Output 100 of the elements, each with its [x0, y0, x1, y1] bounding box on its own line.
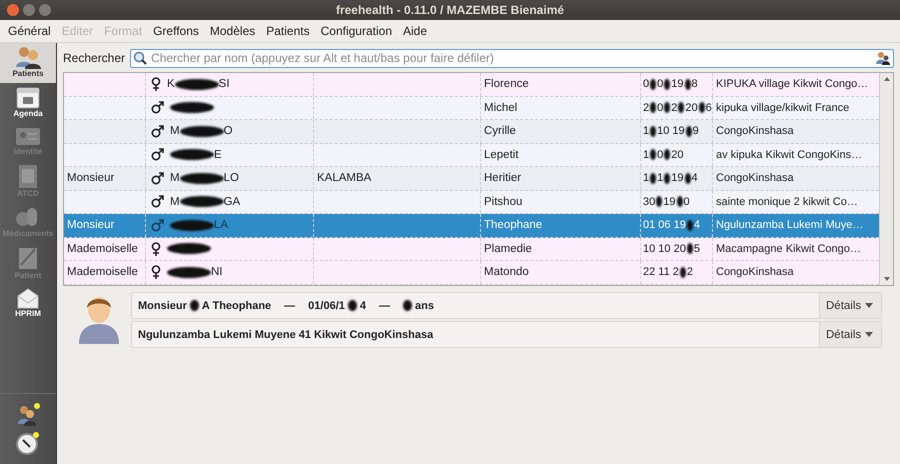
- redaction-mark: [698, 102, 705, 114]
- calendar-icon: [15, 85, 41, 109]
- table-cell: 10 19: [657, 125, 685, 138]
- table-row[interactable]: M GA Pitshou 30 19 0 sainte monique 2 kikwit Co…: [64, 190, 879, 214]
- menu-item[interactable]: Modèles: [210, 24, 256, 38]
- female-icon: [151, 265, 161, 280]
- caret-icon: [865, 303, 874, 308]
- table-cell: av kipuka Kikwit CongoKins…: [716, 148, 862, 161]
- identity-text: 01/06/1: [308, 300, 345, 312]
- table-cell: 1: [643, 148, 650, 161]
- redaction-mark: [686, 126, 692, 137]
- redaction-mark: [180, 172, 224, 184]
- table-cell: CongoKinshasa: [716, 125, 794, 138]
- table-cell: 19: [663, 196, 676, 208]
- table-cell: Mademoiselle: [67, 266, 138, 278]
- people-icon[interactable]: [876, 50, 890, 64]
- document-icon: [16, 245, 40, 271]
- table-cell: 2: [686, 266, 694, 278]
- details-button[interactable]: Détails: [819, 293, 881, 318]
- table-cell: Florence: [484, 78, 529, 90]
- sidebar-item[interactable]: Patients: [0, 43, 56, 83]
- sidebar-item[interactable]: Agenda: [0, 83, 56, 123]
- table-row[interactable]: E Lepetit 1 0 20 av kipuka Kikwit CongoKins…: [64, 144, 879, 167]
- minimize-button[interactable]: [23, 4, 35, 16]
- table-row[interactable]: Michel 2 0 2 20 6 kipuka village/kikwit France: [64, 96, 879, 120]
- identity-text: ans: [415, 300, 434, 312]
- menu-item[interactable]: Greffons: [153, 24, 199, 38]
- table-row[interactable]: Mademoiselle NI Matondo 22 11 2 2 CongoKinshasa: [64, 261, 879, 284]
- redaction-mark: [180, 126, 224, 137]
- table-cell: 20: [671, 148, 684, 161]
- table-cell: 1: [643, 172, 650, 184]
- clock-icon[interactable]: [15, 430, 41, 456]
- female-icon: [151, 242, 161, 256]
- maximize-button[interactable]: [39, 4, 51, 16]
- table-cell: Monsieur: [67, 219, 114, 232]
- menu-item[interactable]: Configuration: [320, 24, 392, 38]
- table-row[interactable]: K SI Florence 0 0 19 8 KIPUKA village Kikwit Congo…: [64, 73, 879, 96]
- people-icon: [14, 45, 42, 69]
- redaction-mark: [664, 172, 670, 184]
- redaction-mark: [684, 78, 690, 90]
- redaction-mark: [664, 102, 670, 114]
- redaction-mark: [167, 266, 211, 278]
- identity-text: 4: [360, 300, 366, 312]
- redaction-mark: [190, 300, 199, 311]
- table-cell: KALAMBA: [317, 172, 372, 184]
- table-cell: sainte monique 2 kikwit Co…: [716, 196, 858, 208]
- table-cell: 0: [643, 78, 650, 90]
- table-row[interactable]: Monsieur M LO KALAMBA Heritier 1 1 19 4 CongoKinshasa: [64, 167, 879, 190]
- table-cell: 20: [685, 102, 698, 114]
- sidebar-item[interactable]: HPRIM: [0, 285, 56, 323]
- table-cell: KIPUKA village Kikwit Congo…: [716, 78, 868, 90]
- redaction-mark: [650, 78, 656, 90]
- table-cell: 4: [692, 172, 698, 184]
- table-row[interactable]: Mademoiselle Plamedie 10 10 20 5 Macampagne Kikwit Congo…: [64, 238, 879, 261]
- envelope-icon: [16, 287, 40, 309]
- redaction-mark: [686, 243, 693, 254]
- table-row[interactable]: M O Cyrille 1 10 19 9 CongoKinshasa: [64, 120, 879, 144]
- scrollbar[interactable]: [879, 73, 893, 285]
- dash-separator: —: [284, 300, 296, 312]
- address-text: Ngulunzamba Lukemi Muyene 41 Kikwit CongoKinshasa: [138, 328, 434, 340]
- table-cell: 2: [643, 102, 650, 114]
- table-cell: SI: [218, 78, 230, 90]
- table-row[interactable]: Monsieur LA Theophane 01 06 19 4 Ngulunzamba Lukemi Muye…: [64, 214, 879, 238]
- male-icon: [151, 195, 164, 208]
- table-cell: 19: [671, 172, 684, 184]
- redaction-mark: [170, 220, 214, 231]
- table-cell: 9: [692, 125, 699, 138]
- people-icon[interactable]: [15, 402, 41, 426]
- table-cell: 5: [694, 242, 700, 255]
- redaction-mark: [167, 243, 211, 254]
- redaction-mark: [170, 149, 214, 160]
- redaction-mark: [676, 196, 682, 208]
- search-icon: [133, 50, 148, 64]
- redaction-mark: [664, 149, 670, 160]
- details-button[interactable]: Détails: [819, 322, 881, 347]
- search-field[interactable]: Chercher par nom (appuyez sur Alt et haut/bas pour faire défiler): [130, 48, 894, 68]
- table-cell: 0: [657, 148, 664, 161]
- table-cell: 6: [706, 102, 712, 114]
- table-cell: Monsieur: [67, 172, 114, 184]
- dash-separator: —: [379, 300, 390, 312]
- table-cell: Macampagne Kikwit Congo…: [716, 242, 861, 255]
- menu-item[interactable]: Aide: [403, 24, 428, 38]
- table-cell: CongoKinshasa: [716, 172, 794, 184]
- table-cell: Heritier: [484, 172, 522, 184]
- redaction-mark: [403, 300, 412, 311]
- table-cell: Mademoiselle: [67, 242, 138, 255]
- male-icon: [151, 101, 164, 114]
- redaction-mark: [684, 172, 690, 184]
- table-cell: 01 06 19: [643, 219, 686, 232]
- table-cell: M: [170, 125, 180, 138]
- redaction-mark: [180, 196, 224, 208]
- male-icon: [151, 124, 164, 138]
- menu-item[interactable]: Général: [8, 24, 51, 38]
- menu-item[interactable]: Patients: [266, 24, 310, 38]
- close-button[interactable]: [7, 4, 19, 16]
- table-cell: 0: [684, 196, 690, 208]
- table-cell: Lepetit: [484, 148, 519, 161]
- table-cell: 1: [657, 172, 664, 184]
- male-icon: [151, 148, 164, 162]
- redaction-mark: [348, 300, 357, 311]
